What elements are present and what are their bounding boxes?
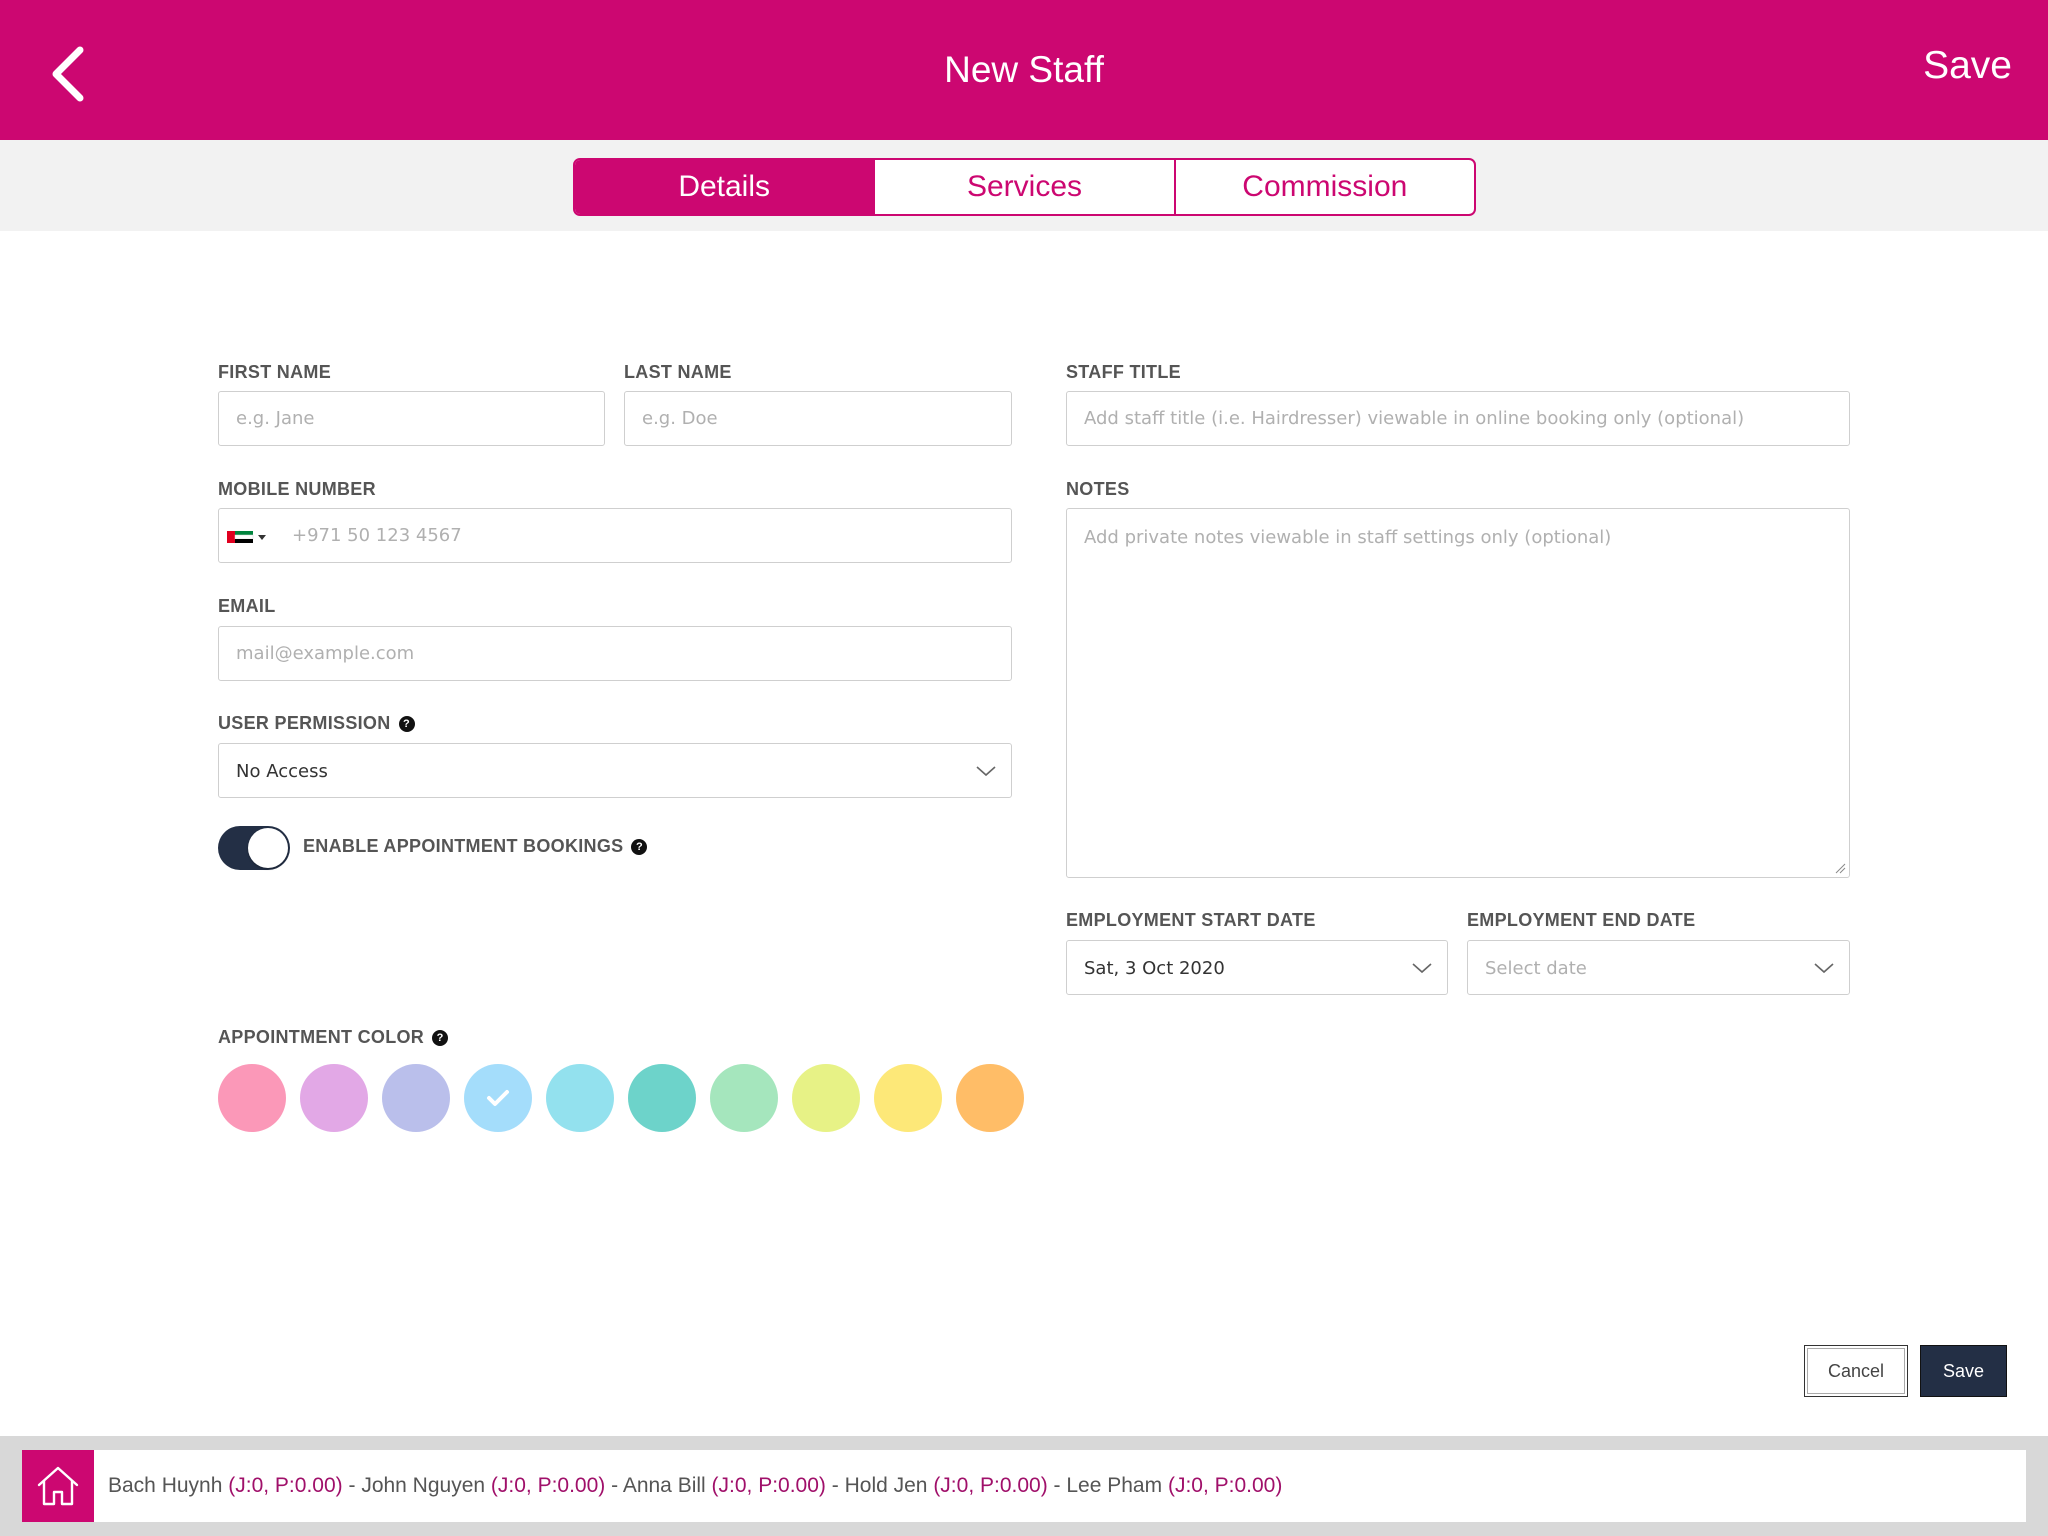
tab-group: Details Services Commission <box>573 158 1476 216</box>
color-swatch[interactable] <box>464 1064 532 1132</box>
header-save-button[interactable]: Save <box>1923 44 2012 88</box>
bottom-bar: Bach Huynh (J:0, P:0.00) - John Nguyen (… <box>0 1436 2048 1536</box>
last-name-label-text: LAST NAME <box>624 362 732 382</box>
start-date-select[interactable]: Sat, 3 Oct 2020 <box>1066 940 1448 995</box>
staff-stats: (J:0, P:0.00) <box>933 1474 1048 1497</box>
staff-stats: (J:0, P:0.00) <box>228 1474 343 1497</box>
email-input[interactable] <box>219 627 1011 680</box>
color-swatch[interactable] <box>628 1064 696 1132</box>
staff-name: Lee Pham <box>1066 1474 1168 1497</box>
color-swatch[interactable] <box>300 1064 368 1132</box>
notes-label: NOTES <box>1066 479 1130 500</box>
staff-summary-list: Bach Huynh (J:0, P:0.00) - John Nguyen (… <box>108 1450 1282 1522</box>
email-label: EMAIL <box>218 596 276 617</box>
mobile-label-text: MOBILE NUMBER <box>218 479 376 499</box>
tab-bar: Details Services Commission <box>0 140 2048 231</box>
chevron-left-icon <box>52 46 84 102</box>
chevron-down-icon <box>1412 963 1432 974</box>
last-name-label: LAST NAME <box>624 362 732 383</box>
mobile-input[interactable] <box>275 509 1011 562</box>
user-permission-value: No Access <box>236 761 328 782</box>
last-name-field <box>624 391 1012 446</box>
notes-field <box>1066 508 1850 878</box>
end-date-placeholder: Select date <box>1485 958 1587 979</box>
staff-summary-bar: Bach Huynh (J:0, P:0.00) - John Nguyen (… <box>22 1450 2026 1522</box>
staff-title-label: STAFF TITLE <box>1066 362 1181 383</box>
staff-stats: (J:0, P:0.00) <box>711 1474 826 1497</box>
user-permission-select[interactable]: No Access <box>218 743 1012 798</box>
tab-commission[interactable]: Commission <box>1176 160 1474 214</box>
staff-title-input[interactable] <box>1067 392 1849 445</box>
enable-bookings-label: ENABLE APPOINTMENT BOOKINGS ? <box>303 836 648 857</box>
start-date-value: Sat, 3 Oct 2020 <box>1084 958 1225 979</box>
color-swatch[interactable] <box>956 1064 1024 1132</box>
user-permission-label-text: USER PERMISSION <box>218 713 391 733</box>
page-title: New Staff <box>944 49 1104 90</box>
uae-flag-icon <box>227 531 266 543</box>
first-name-input[interactable] <box>219 392 604 445</box>
staff-separator: - <box>1047 1474 1067 1497</box>
color-swatch-group <box>218 1064 1024 1132</box>
staff-separator: - <box>825 1474 845 1497</box>
tab-details[interactable]: Details <box>575 160 876 214</box>
color-swatch[interactable] <box>710 1064 778 1132</box>
staff-name: Bach Huynh <box>108 1474 229 1497</box>
chevron-down-icon <box>1814 963 1834 974</box>
notes-label-text: NOTES <box>1066 479 1130 499</box>
save-button[interactable]: Save <box>1920 1345 2007 1397</box>
color-swatch[interactable] <box>874 1064 942 1132</box>
notes-textarea[interactable] <box>1067 509 1849 877</box>
cancel-button[interactable]: Cancel <box>1804 1345 1908 1397</box>
home-icon <box>37 1466 79 1506</box>
home-button[interactable] <box>22 1450 94 1522</box>
tab-services[interactable]: Services <box>875 160 1176 214</box>
staff-name: Hold Jen <box>844 1474 934 1497</box>
help-icon[interactable]: ? <box>432 1029 449 1046</box>
user-permission-label: USER PERMISSION ? <box>218 713 415 734</box>
enable-bookings-toggle[interactable] <box>218 826 290 870</box>
check-icon <box>487 1090 509 1106</box>
help-icon[interactable]: ? <box>631 838 648 855</box>
staff-separator: - <box>605 1474 623 1497</box>
last-name-input[interactable] <box>625 392 1011 445</box>
start-date-label: EMPLOYMENT START DATE <box>1066 910 1316 931</box>
staff-separator: - <box>342 1474 362 1497</box>
start-date-label-text: EMPLOYMENT START DATE <box>1066 910 1316 930</box>
staff-stats: (J:0, P:0.00) <box>1167 1474 1283 1497</box>
phone-input-wrap <box>275 509 1011 562</box>
staff-title-label-text: STAFF TITLE <box>1066 362 1181 382</box>
toggle-knob <box>248 828 288 868</box>
staff-title-field <box>1066 391 1850 446</box>
staff-stats: (J:0, P:0.00) <box>490 1474 606 1497</box>
chevron-down-icon <box>976 766 996 777</box>
mobile-field <box>218 508 1012 563</box>
end-date-select[interactable]: Select date <box>1467 940 1850 995</box>
color-swatch[interactable] <box>382 1064 450 1132</box>
help-icon[interactable]: ? <box>398 715 415 732</box>
first-name-label: FIRST NAME <box>218 362 331 383</box>
first-name-label-text: FIRST NAME <box>218 362 331 382</box>
staff-name: John Nguyen <box>361 1474 491 1497</box>
first-name-field <box>218 391 605 446</box>
country-code-selector[interactable] <box>227 527 271 547</box>
resize-handle-icon[interactable] <box>1834 862 1846 874</box>
enable-bookings-label-text: ENABLE APPOINTMENT BOOKINGS <box>303 836 624 856</box>
end-date-label: EMPLOYMENT END DATE <box>1467 910 1695 931</box>
email-field <box>218 626 1012 681</box>
mobile-label: MOBILE NUMBER <box>218 479 376 500</box>
appointment-color-label: APPOINTMENT COLOR ? <box>218 1027 449 1048</box>
color-swatch[interactable] <box>218 1064 286 1132</box>
top-bar: New Staff Save <box>0 0 2048 140</box>
back-button[interactable] <box>40 36 100 112</box>
color-swatch[interactable] <box>792 1064 860 1132</box>
color-swatch[interactable] <box>546 1064 614 1132</box>
end-date-label-text: EMPLOYMENT END DATE <box>1467 910 1696 930</box>
appointment-color-label-text: APPOINTMENT COLOR <box>218 1027 425 1047</box>
staff-name: Anna Bill <box>622 1474 712 1497</box>
email-label-text: EMAIL <box>218 596 276 616</box>
